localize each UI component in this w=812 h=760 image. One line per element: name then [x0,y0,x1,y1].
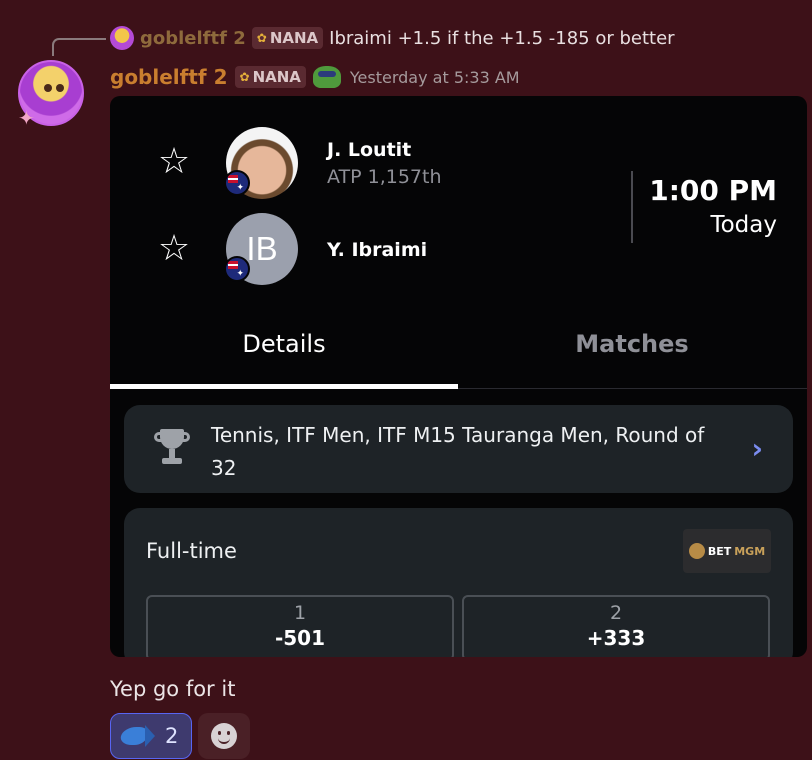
odds-panel: Full-time BET MGM 1 -501 2 +333 [124,508,793,657]
avatar-face [44,84,64,96]
lion-icon [688,543,705,559]
match-day: Today [710,212,777,238]
author-avatar[interactable]: ✦ [18,60,84,130]
favorite-star-icon[interactable]: ☆ [156,144,192,180]
player-2-name: Y. Ibraimi [327,239,428,261]
divider [631,171,633,243]
tab-matches[interactable]: Matches [458,330,806,358]
active-tab-indicator [110,384,458,389]
australia-flag-icon [224,170,250,196]
player-1-name: J. Loutit [327,139,412,161]
sparkle-icon: ✦ [18,106,35,130]
reply-guild-tag[interactable]: ✿ NANA [251,27,324,49]
add-reaction-icon [211,723,237,749]
add-reaction-button[interactable] [198,713,250,759]
tab-bar: Details Matches [110,316,807,389]
odds-price: +333 [586,626,646,650]
australia-flag-icon [224,256,250,282]
odds-selection: 2 [609,602,623,624]
odds-option-2[interactable]: 2 +333 [462,595,770,657]
followup-message: Yep go for it [110,677,236,701]
odds-price: -501 [274,626,326,650]
match-time: 1:00 PM [649,174,777,207]
tag-label: NANA [252,68,301,86]
bookmaker-prefix: BET [707,544,732,558]
player-1-rank: ATP 1,157th [327,166,442,188]
reaction-fish[interactable]: 2 [110,713,192,759]
paw-icon: ✿ [256,31,267,45]
odds-option-1[interactable]: 1 -501 [146,595,454,657]
tournament-row[interactable]: Tennis, ITF Men, ITF M15 Tauranga Men, R… [124,405,793,493]
reaction-count: 2 [165,724,179,748]
paw-icon: ✿ [239,70,250,84]
match-card-image[interactable]: ☆ ☆ IB J. Loutit ATP 1,157th Y. Ibraimi … [110,96,807,657]
betmgm-logo: BET MGM [683,529,771,573]
tournament-name: Tennis, ITF Men, ITF M15 Tauranga Men, R… [211,423,705,480]
trophy-icon [154,429,190,467]
reply-connector [52,38,106,56]
reply-tag-label: NANA [269,29,319,47]
frog-badge-icon[interactable] [312,66,341,88]
tab-details[interactable]: Details [110,330,458,358]
reply-preview[interactable]: goblelftf 2 ✿ NANA Ibraimi +1.5 if the +… [110,25,675,51]
chevron-right-icon[interactable]: › [751,435,763,463]
reply-avatar-icon[interactable] [110,26,134,50]
favorite-star-icon[interactable]: ☆ [156,231,192,267]
guild-tag[interactable]: ✿ NANA [234,66,306,88]
player-2-initials: IB [246,230,278,267]
reactions-bar: 2 [110,713,250,759]
reply-text[interactable]: Ibraimi +1.5 if the +1.5 -185 or better [329,28,674,49]
chat-view: goblelftf 2 ✿ NANA Ibraimi +1.5 if the +… [0,0,812,760]
message-author[interactable]: goblelftf 2 [110,65,228,89]
message-header: goblelftf 2 ✿ NANA Yesterday at 5:33 AM [110,63,520,91]
odds-selection: 1 [293,602,307,624]
bookmaker-suffix: MGM [734,544,766,558]
message-timestamp[interactable]: Yesterday at 5:33 AM [350,68,520,87]
market-label: Full-time [146,539,237,563]
fish-emoji-icon [121,725,155,747]
reply-author[interactable]: goblelftf 2 [140,28,246,49]
